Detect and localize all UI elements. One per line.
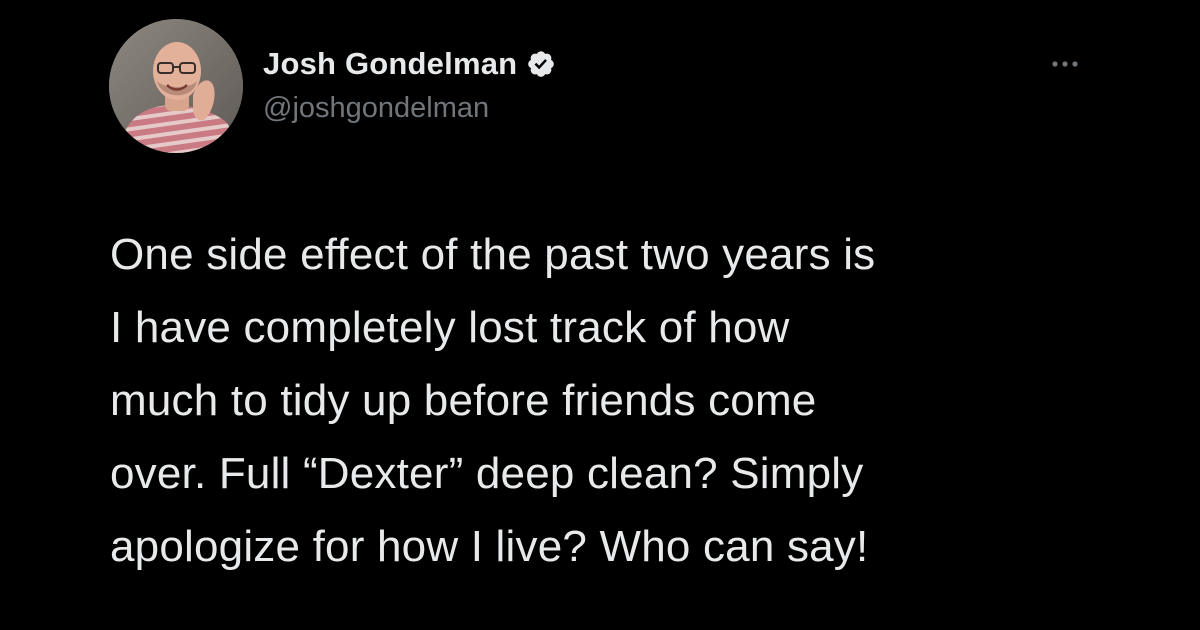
- tweet-text-line: apologize for how I live? Who can say!: [110, 522, 869, 571]
- tweet-text: One side effect of the past two years is…: [110, 218, 1130, 583]
- tweet-text-line: I have completely lost track of how: [110, 303, 790, 352]
- tweet-text-line: over. Full “Dexter” deep clean? Simply: [110, 449, 864, 498]
- author-handle[interactable]: @joshgondelman: [263, 92, 489, 125]
- profile-photo: [109, 19, 243, 153]
- tweet-text-line: much to tidy up before friends come: [110, 376, 817, 425]
- verified-badge-icon: [526, 49, 556, 79]
- tweet-card: Josh Gondelman @joshgondelman One side e…: [0, 0, 1200, 630]
- avatar[interactable]: [109, 19, 243, 153]
- display-name[interactable]: Josh Gondelman: [263, 46, 517, 82]
- more-options-icon[interactable]: [1043, 52, 1087, 76]
- tweet-text-line: One side effect of the past two years is: [110, 230, 876, 279]
- author-name-row: Josh Gondelman: [263, 44, 556, 84]
